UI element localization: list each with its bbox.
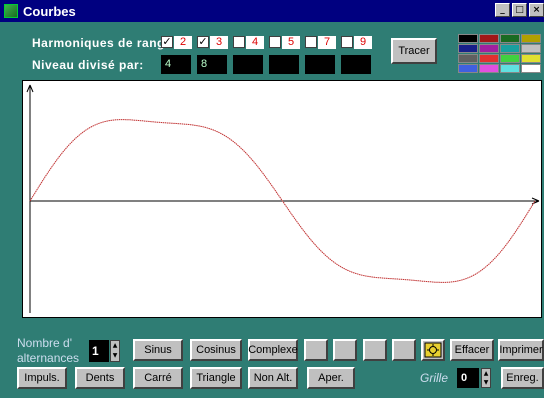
harmonic-4[interactable]: 4 xyxy=(233,35,264,49)
blank-button-2[interactable] xyxy=(333,339,357,361)
level-field-4[interactable] xyxy=(233,55,263,74)
color-swatch[interactable] xyxy=(521,54,541,63)
app-icon xyxy=(4,4,18,18)
color-swatch[interactable] xyxy=(458,44,478,53)
tracer-button[interactable]: Tracer xyxy=(391,38,437,64)
harmonic-2[interactable]: ✓ 2 xyxy=(161,35,192,49)
enreg-button[interactable]: Enreg. xyxy=(501,367,544,389)
color-swatch[interactable] xyxy=(458,34,478,43)
title-bar[interactable]: Courbes _ □ × xyxy=(0,0,544,22)
harmonic-9[interactable]: 9 xyxy=(341,35,372,49)
harmonic-3-label: 3 xyxy=(210,35,228,49)
harmonics-label: Harmoniques de rang: xyxy=(32,36,170,50)
harmonic-7[interactable]: 7 xyxy=(305,35,336,49)
color-swatch[interactable] xyxy=(521,44,541,53)
harmonic-3[interactable]: ✓ 3 xyxy=(197,35,228,49)
color-swatch[interactable] xyxy=(521,64,541,73)
window-title: Courbes xyxy=(23,3,76,19)
blank-button-3[interactable] xyxy=(363,339,387,361)
harmonic-9-checkbox[interactable] xyxy=(341,36,353,48)
harmonic-2-checkbox[interactable]: ✓ xyxy=(161,36,173,48)
harmonic-5-checkbox[interactable] xyxy=(269,36,281,48)
level-field-2[interactable]: 4 xyxy=(161,55,191,74)
impuls-button[interactable]: Impuls. xyxy=(17,367,67,389)
carre-button[interactable]: Carré xyxy=(133,367,183,389)
harmonic-4-label: 4 xyxy=(246,35,264,49)
dents-button[interactable]: Dents xyxy=(75,367,125,389)
color-swatch[interactable] xyxy=(500,34,520,43)
level-field-5[interactable] xyxy=(269,55,299,74)
plot-area xyxy=(22,80,542,318)
level-field-9[interactable] xyxy=(341,55,371,74)
harmonic-7-label: 7 xyxy=(318,35,336,49)
harmonic-2-label: 2 xyxy=(174,35,192,49)
level-field-3[interactable]: 8 xyxy=(197,55,227,74)
cosinus-button[interactable]: Cosinus xyxy=(190,339,242,361)
waveform-plot xyxy=(26,84,540,313)
triangle-button[interactable]: Triangle xyxy=(190,367,242,389)
harmonic-5-label: 5 xyxy=(282,35,300,49)
alternances-label-line1: Nombre d' xyxy=(17,336,72,350)
color-swatch[interactable] xyxy=(500,54,520,63)
grille-spinner[interactable]: ▲ ▼ xyxy=(481,368,491,388)
effacer-button[interactable]: Effacer xyxy=(450,339,494,361)
harmonic-7-checkbox[interactable] xyxy=(305,36,317,48)
window-controls: _ □ × xyxy=(495,3,544,17)
alternances-label-line2: alternances xyxy=(17,351,80,365)
sinus-button[interactable]: Sinus xyxy=(133,339,183,361)
harmonic-3-checkbox[interactable]: ✓ xyxy=(197,36,209,48)
color-swatch[interactable] xyxy=(458,54,478,63)
harmonic-4-checkbox[interactable] xyxy=(233,36,245,48)
minimize-button[interactable]: _ xyxy=(495,3,510,17)
color-swatch[interactable] xyxy=(458,64,478,73)
aper-button[interactable]: Aper. xyxy=(307,367,355,389)
blank-button-1[interactable] xyxy=(304,339,328,361)
color-swatch[interactable] xyxy=(479,34,499,43)
color-swatch[interactable] xyxy=(500,44,520,53)
color-swatch[interactable] xyxy=(500,64,520,73)
harmonic-5[interactable]: 5 xyxy=(269,35,300,49)
levels-label: Niveau divisé par: xyxy=(32,58,144,72)
complexe-button[interactable]: Complexe xyxy=(248,339,298,361)
non-alt-button[interactable]: Non Alt. xyxy=(248,367,298,389)
color-swatch[interactable] xyxy=(479,54,499,63)
grille-value[interactable]: 0 xyxy=(457,368,479,388)
harmonic-9-label: 9 xyxy=(354,35,372,49)
grille-label: Grille xyxy=(420,371,449,385)
color-palette xyxy=(458,34,544,76)
color-swatch[interactable] xyxy=(479,44,499,53)
level-field-7[interactable] xyxy=(305,55,335,74)
alternances-spinner[interactable]: ▲ ▼ xyxy=(110,340,120,362)
close-button[interactable]: × xyxy=(529,3,544,17)
sun-icon xyxy=(424,342,442,358)
alternances-value[interactable]: 1 xyxy=(89,340,109,362)
alternances-label: Nombre d' alternances xyxy=(17,336,79,366)
courbes-window: Courbes _ □ × Harmoniques de rang: ✓ 2 ✓… xyxy=(0,0,544,398)
color-swatch[interactable] xyxy=(479,64,499,73)
imprimer-button[interactable]: Imprimer xyxy=(498,339,544,361)
maximize-button[interactable]: □ xyxy=(512,3,527,17)
color-swatch[interactable] xyxy=(521,34,541,43)
blank-button-4[interactable] xyxy=(392,339,416,361)
sun-icon-button[interactable] xyxy=(421,339,445,361)
